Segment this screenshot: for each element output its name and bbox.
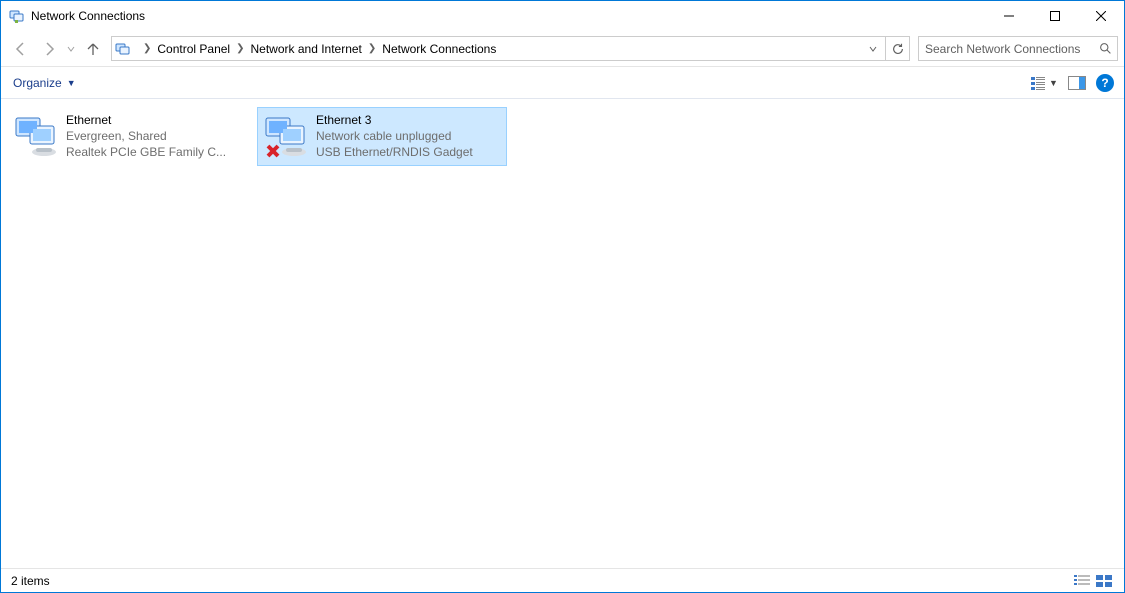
details-view-button[interactable] <box>1072 573 1092 589</box>
forward-button[interactable] <box>35 35 63 63</box>
connection-status: Network cable unplugged <box>316 128 473 144</box>
connection-name: Ethernet 3 <box>316 112 473 128</box>
window-title: Network Connections <box>31 9 145 23</box>
preview-pane-button[interactable] <box>1064 70 1090 96</box>
window-controls <box>986 1 1124 31</box>
navigation-bar: ❯ Control Panel ❯ Network and Internet ❯… <box>1 31 1124 67</box>
search-box[interactable] <box>918 36 1118 61</box>
breadcrumb-label: Network Connections <box>382 42 496 56</box>
breadcrumb-sep-root[interactable]: ❯ <box>134 37 154 60</box>
window: Network Connections <box>0 0 1125 593</box>
change-view-button[interactable]: ▼ <box>1026 70 1062 96</box>
app-icon <box>9 8 25 24</box>
connection-device: Realtek PCIe GBE Family C... <box>66 144 226 160</box>
content-area[interactable]: Ethernet Evergreen, Shared Realtek PCIe … <box>1 99 1124 568</box>
address-history-button[interactable] <box>861 37 885 60</box>
breadcrumb-label: Network and Internet <box>251 42 362 56</box>
organize-button[interactable]: Organize ▼ <box>7 72 82 94</box>
network-adapter-icon <box>262 112 310 160</box>
breadcrumb-item[interactable]: Network and Internet ❯ <box>248 37 380 60</box>
location-icon <box>112 41 134 57</box>
command-bar: Organize ▼ ▼ ? <box>1 67 1124 99</box>
maximize-button[interactable] <box>1032 1 1078 31</box>
connection-status: Evergreen, Shared <box>66 128 226 144</box>
up-button[interactable] <box>79 35 107 63</box>
help-button[interactable]: ? <box>1092 70 1118 96</box>
connection-text: Ethernet Evergreen, Shared Realtek PCIe … <box>66 112 226 161</box>
connection-item[interactable]: Ethernet 3 Network cable unplugged USB E… <box>257 107 507 166</box>
breadcrumb-item[interactable]: Control Panel ❯ <box>154 37 247 60</box>
connection-text: Ethernet 3 Network cable unplugged USB E… <box>316 112 473 161</box>
title-bar: Network Connections <box>1 1 1124 31</box>
large-icons-view-button[interactable] <box>1094 573 1114 589</box>
help-icon: ? <box>1096 74 1114 92</box>
connection-item[interactable]: Ethernet Evergreen, Shared Realtek PCIe … <box>7 107 257 166</box>
network-adapter-icon <box>12 112 60 160</box>
search-input[interactable] <box>919 42 1093 56</box>
status-bar: 2 items <box>1 568 1124 592</box>
back-button[interactable] <box>7 35 35 63</box>
breadcrumb-label: Control Panel <box>157 42 230 56</box>
close-button[interactable] <box>1078 1 1124 31</box>
breadcrumb-item[interactable]: Network Connections <box>379 37 499 60</box>
minimize-button[interactable] <box>986 1 1032 31</box>
address-bar[interactable]: ❯ Control Panel ❯ Network and Internet ❯… <box>111 36 910 61</box>
connection-name: Ethernet <box>66 112 226 128</box>
chevron-right-icon: ❯ <box>236 43 244 54</box>
search-icon[interactable] <box>1093 42 1117 55</box>
organize-label: Organize <box>13 76 62 90</box>
connection-device: USB Ethernet/RNDIS Gadget <box>316 144 473 160</box>
status-item-count: 2 items <box>11 574 50 588</box>
chevron-down-icon: ▼ <box>67 78 76 88</box>
chevron-down-icon: ▼ <box>1049 78 1058 88</box>
recent-locations-button[interactable] <box>63 35 79 63</box>
refresh-button[interactable] <box>885 37 909 60</box>
chevron-right-icon: ❯ <box>368 43 376 54</box>
